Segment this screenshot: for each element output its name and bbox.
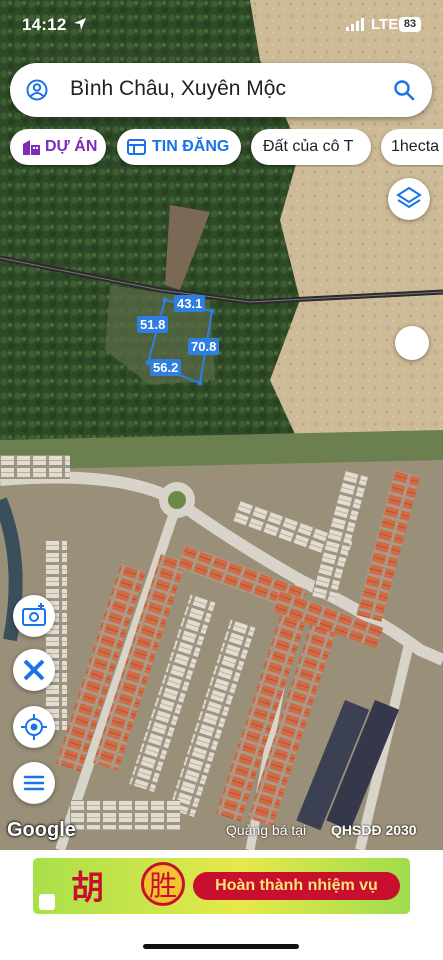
parcel-outline[interactable] xyxy=(0,0,443,850)
parcel-side-top: 43.1 xyxy=(174,295,206,312)
measure-tool-button[interactable] xyxy=(13,649,55,691)
map-watermark-text: Quảng bá tại xyxy=(226,822,307,838)
parcel-side-bottom: 56.2 xyxy=(150,359,182,376)
battery-level: 83 xyxy=(399,17,421,32)
ad-glyph-sheng: 胜 xyxy=(141,862,185,906)
ad-mission-button[interactable]: Hoàn thành nhiệm vụ xyxy=(193,872,400,900)
chip-hectare-label: 1hecta xyxy=(391,138,440,155)
account-icon[interactable] xyxy=(26,79,48,101)
chip-listings-label: TIN ĐĂNG xyxy=(152,138,230,155)
chip-projects-label: DỰ ÁN xyxy=(45,138,98,155)
chip-hectare[interactable]: 1hecta xyxy=(381,129,443,165)
location-target-icon xyxy=(21,714,47,740)
add-photo-button[interactable] xyxy=(13,595,55,637)
dice-icon xyxy=(39,894,55,910)
status-bar: 14:12 LTE 83 xyxy=(0,0,443,52)
layers-icon xyxy=(396,186,422,209)
parcel-side-left: 51.8 xyxy=(137,316,169,333)
listing-icon xyxy=(127,139,146,155)
layers-button[interactable] xyxy=(388,178,430,220)
menu-icon xyxy=(23,775,45,791)
search-query[interactable]: Bình Châu, Xuyên Mộc xyxy=(70,77,286,101)
chip-saved-land-label: Đất của cô T xyxy=(263,138,354,155)
menu-button[interactable] xyxy=(13,762,55,804)
home-indicator[interactable] xyxy=(143,944,299,949)
signal-icon xyxy=(346,18,364,31)
chip-saved-land[interactable]: Đất của cô T xyxy=(251,129,371,165)
camera-icon xyxy=(22,603,46,626)
network-type: LTE xyxy=(371,16,399,33)
google-attribution: Google xyxy=(7,819,76,841)
ad-banner[interactable]: 胡 胜 Hoàn thành nhiệm vụ xyxy=(33,858,410,914)
ruler-pencil-icon xyxy=(23,659,45,681)
my-location-button[interactable] xyxy=(13,706,55,748)
location-arrow-icon xyxy=(74,18,86,30)
filter-chips: DỰ ÁN TIN ĐĂNG Đất của cô T 1hecta xyxy=(0,129,443,167)
status-time: 14:12 xyxy=(22,15,67,34)
parcel-side-right: 70.8 xyxy=(188,338,220,355)
planning-code-label: QHSDĐ 2030 xyxy=(331,822,417,838)
chip-projects[interactable]: DỰ ÁN xyxy=(10,129,106,165)
building-icon xyxy=(23,140,40,155)
search-icon[interactable] xyxy=(393,79,415,101)
search-bar[interactable]: Bình Châu, Xuyên Mộc xyxy=(10,63,432,117)
ad-glyph-hu: 胡 xyxy=(71,868,104,907)
compass-button[interactable] xyxy=(395,326,429,360)
chip-listings[interactable]: TIN ĐĂNG xyxy=(117,129,241,165)
